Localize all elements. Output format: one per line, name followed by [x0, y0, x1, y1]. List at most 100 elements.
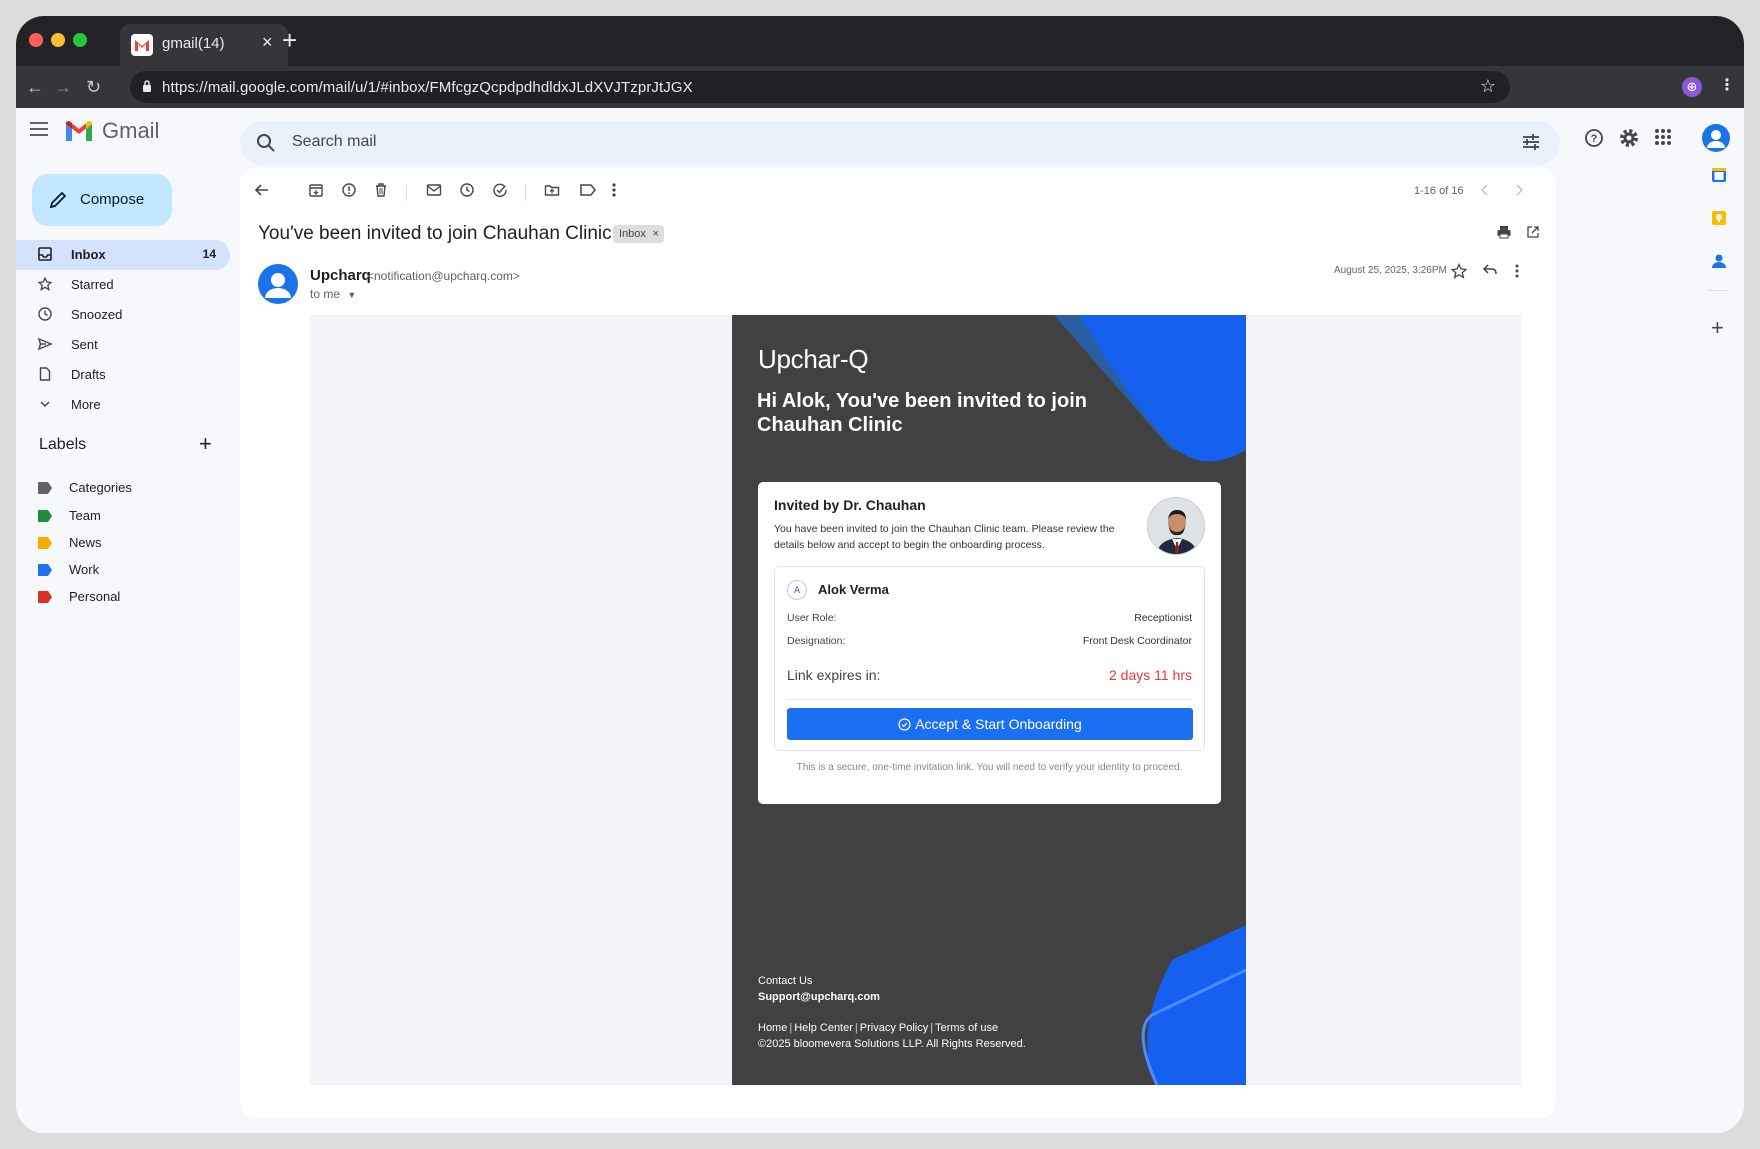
move-to-icon[interactable]	[544, 182, 560, 203]
apps-grid-icon[interactable]	[1654, 128, 1672, 151]
gmail-favicon-icon	[131, 34, 153, 56]
label-tag-icon	[38, 481, 52, 499]
browser-tab[interactable]: gmail(14) ×	[120, 24, 288, 66]
expiry-label: Link expires in:	[787, 667, 881, 683]
close-window-button[interactable]	[29, 33, 43, 47]
message-more-icon[interactable]	[1514, 263, 1520, 284]
get-addons-icon[interactable]: +	[1711, 317, 1724, 339]
email-template: Upchar-Q Hi Alok, You've been invited to…	[732, 315, 1246, 1085]
email-headline: Hi Alok, You've been invited to join Cha…	[757, 390, 1087, 436]
contact-heading: Contact Us	[758, 975, 813, 987]
extension-icon[interactable]: ⊕	[1682, 77, 1702, 97]
url-bar[interactable]: https://mail.google.com/mail/u/1/#inbox/…	[130, 71, 1510, 103]
gmail-logo-icon[interactable]	[64, 120, 94, 147]
browser-window: gmail(14) × + ← → ↻ https://mail.google.…	[16, 16, 1744, 1133]
gmail-logo-text: Gmail	[102, 118, 160, 143]
search-options-icon[interactable]	[1522, 133, 1540, 156]
separator: |	[930, 1022, 934, 1034]
recipient-details[interactable]: to me ▼	[310, 287, 356, 301]
designation-value: Front Desk Coordinator	[1082, 635, 1192, 647]
sidebar-item-label: More	[71, 397, 101, 412]
divider	[787, 699, 1193, 700]
label-name: Work	[69, 562, 100, 577]
sidebar-item-label: Drafts	[71, 367, 106, 382]
label-name: Team	[69, 508, 101, 523]
footer-links: Home | Help Center | Privacy Policy | Terms of…	[758, 1022, 998, 1034]
sidebar-item-starred[interactable]: Starred	[16, 270, 230, 300]
reply-icon[interactable]	[1482, 262, 1498, 283]
bookmark-star-icon[interactable]: ☆	[1480, 76, 1496, 97]
mark-unread-icon[interactable]	[426, 182, 442, 203]
label-name: Personal	[69, 589, 121, 604]
delete-icon[interactable]	[373, 182, 389, 203]
invitee-name: Alok Verma	[818, 582, 889, 597]
footer-link-help-center[interactable]: Help Center	[794, 1022, 853, 1034]
report-spam-icon[interactable]	[341, 182, 357, 203]
browser-menu-icon[interactable]: ⋮	[1719, 75, 1735, 95]
gmail-app: Gmail Search mail ? Compose Inbox 14 Sta…	[16, 108, 1744, 1133]
sidebar-nav: Inbox 14 Starred Snoozed Sent Drafts Mor…	[16, 240, 230, 420]
footer-link-home[interactable]: Home	[758, 1022, 787, 1034]
label-tag-icon	[38, 590, 52, 608]
more-options-icon[interactable]	[611, 182, 617, 203]
open-new-window-icon[interactable]	[1526, 225, 1540, 244]
search-bar[interactable]: Search mail	[240, 121, 1560, 165]
star-message-icon[interactable]	[1450, 262, 1468, 284]
footer-link-terms[interactable]: Terms of use	[935, 1022, 998, 1034]
recipient-text: to me	[310, 287, 341, 301]
labels-heading: Labels	[39, 436, 87, 453]
label-name: Categories	[69, 480, 132, 495]
contacts-icon[interactable]	[1711, 253, 1727, 274]
add-task-icon[interactable]	[492, 182, 508, 203]
invitation-description: You have been invited to join the Chauha…	[774, 523, 1115, 551]
support-email-link[interactable]: Support@upcharq.com	[758, 991, 880, 1003]
remove-label-icon[interactable]: ×	[652, 225, 658, 243]
print-icon[interactable]	[1496, 224, 1512, 245]
separator: |	[854, 1022, 858, 1034]
invited-by-heading: Invited by Dr. Chauhan	[774, 497, 926, 513]
footer-link-privacy-policy[interactable]: Privacy Policy	[860, 1022, 928, 1034]
sidebar-item-sent[interactable]: Sent	[16, 330, 230, 360]
newer-chevron-icon[interactable]	[1480, 182, 1490, 203]
tab-title: gmail(14)	[162, 35, 225, 52]
sidebar-item-snoozed[interactable]: Snoozed	[16, 300, 230, 330]
back-icon[interactable]: ←	[26, 77, 44, 98]
calendar-icon[interactable]	[1711, 167, 1727, 188]
invitation-card: Invited by Dr. Chauhan You have been inv…	[758, 482, 1221, 804]
minimize-window-button[interactable]	[51, 33, 65, 47]
new-tab-button[interactable]: +	[282, 25, 297, 56]
pencil-icon	[48, 190, 68, 215]
back-arrow-icon[interactable]	[254, 182, 270, 203]
inbox-label-chip[interactable]: Inbox ×	[613, 225, 664, 243]
label-icon[interactable]	[579, 182, 597, 203]
message-subject: You've been invited to join Chauhan Clin…	[258, 223, 612, 244]
sidebar-item-inbox[interactable]: Inbox 14	[16, 240, 230, 270]
brand-logo: Upchar-Q	[758, 344, 869, 374]
accept-onboarding-button[interactable]: Accept & Start Onboarding	[787, 708, 1193, 740]
unread-count: 14	[202, 247, 216, 261]
older-chevron-icon[interactable]	[1514, 182, 1524, 203]
maximize-window-button[interactable]	[73, 33, 87, 47]
snooze-icon[interactable]	[459, 182, 475, 203]
archive-icon[interactable]	[308, 182, 324, 203]
sidebar-item-more[interactable]: More	[16, 390, 230, 420]
keep-icon[interactable]	[1711, 210, 1727, 231]
search-input[interactable]: Search mail	[292, 133, 376, 151]
main-menu-icon[interactable]	[30, 122, 48, 141]
forward-icon[interactable]: →	[54, 77, 72, 98]
add-label-icon[interactable]: +	[199, 431, 212, 457]
send-icon	[37, 337, 53, 356]
help-icon[interactable]: ?	[1584, 128, 1604, 153]
role-label: User Role:	[787, 612, 837, 624]
check-circle-icon	[898, 710, 911, 742]
compose-button[interactable]: Compose	[32, 174, 172, 226]
chip-label: Inbox	[619, 228, 646, 240]
rail-divider	[1709, 290, 1729, 291]
compose-label: Compose	[80, 191, 145, 208]
account-avatar[interactable]	[1702, 124, 1730, 152]
tab-close-icon[interactable]: ×	[262, 32, 273, 53]
search-icon[interactable]	[256, 133, 276, 158]
sidebar-item-drafts[interactable]: Drafts	[16, 360, 230, 390]
settings-gear-icon[interactable]	[1619, 128, 1639, 153]
reload-icon[interactable]: ↻	[86, 77, 101, 98]
